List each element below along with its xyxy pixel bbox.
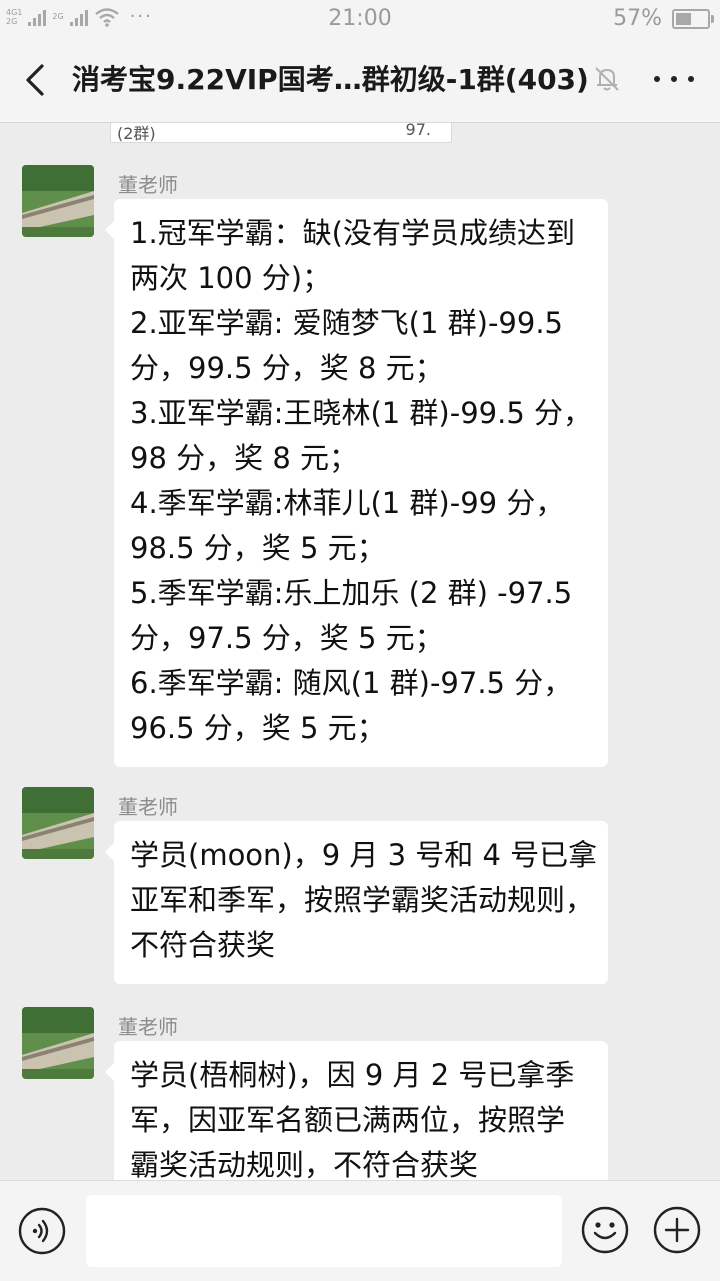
chat-title: 消考宝9.22VIP国考…群初级-1群(403)	[72, 63, 589, 96]
message-line: 分，97.5 分，奖 5 元；	[130, 621, 444, 655]
message-input[interactable]	[86, 1195, 562, 1267]
message-line: 5.季军学霸:乐上加乐 (2 群) -97.5	[130, 576, 573, 610]
message-line: 3.亚军学霸:王晓林(1 群)-99.5 分，	[130, 396, 592, 430]
more-options-button[interactable]	[654, 64, 694, 94]
sender-name: 董老师	[118, 795, 178, 819]
battery-fill	[676, 12, 691, 25]
chat-area[interactable]: (2群) 97. 董老师 1.冠军学霸：缺(没有学员成绩达到 两次 100 分)…	[0, 123, 720, 1180]
sender-name: 董老师	[118, 173, 178, 197]
sender-avatar[interactable]	[22, 787, 94, 859]
message-line: 96.5 分，奖 5 元；	[130, 711, 386, 745]
message-bubble[interactable]: 1.冠军学霸：缺(没有学员成绩达到 两次 100 分)； 2.亚军学霸: 爱随梦…	[105, 199, 608, 767]
previous-card-left-text: (2群)	[117, 124, 156, 143]
message-line: 两次 100 分)；	[130, 261, 332, 295]
plus-icon	[653, 1206, 701, 1254]
message-line: 4.季军学霸:林菲儿(1 群)-99 分，	[130, 486, 565, 520]
previous-card-right-text: 97.	[405, 123, 431, 139]
battery-icon	[672, 8, 714, 29]
message-bubble[interactable]: 学员(moon)，9 月 3 号和 4 号已拿 亚军和季军，按照学霸奖活动规则，…	[105, 821, 608, 984]
message-line: 分，99.5 分，奖 8 元；	[130, 351, 444, 385]
chat-header: 消考宝9.22VIP国考…群初级-1群(403)	[0, 38, 720, 123]
avatar-image	[22, 165, 94, 237]
previous-message-card[interactable]: (2群) 97.	[110, 123, 452, 143]
bell-muted-icon	[595, 67, 619, 91]
sender-avatar[interactable]	[22, 1007, 94, 1079]
message-line: 学员(梧桐树)，因 9 月 2 号已拿季	[130, 1058, 575, 1092]
battery-percent: 57%	[613, 6, 662, 31]
mute-status	[592, 64, 622, 94]
message-line: 2.亚军学霸: 爱随梦飞(1 群)-99.5	[130, 306, 563, 340]
input-bar	[0, 1180, 720, 1281]
status-right: 57%	[613, 6, 714, 31]
emoji-button[interactable]	[580, 1205, 630, 1255]
message-line: 98 分，奖 8 元；	[130, 441, 359, 475]
message-line: 学员(moon)，9 月 3 号和 4 号已拿	[130, 838, 598, 872]
more-dots-icon	[654, 76, 660, 82]
emoji-icon	[581, 1206, 629, 1254]
voice-icon	[18, 1207, 66, 1255]
sender-avatar[interactable]	[22, 165, 94, 237]
avatar-image	[22, 1007, 94, 1079]
message-line: 霸奖活动规则，不符合获奖	[130, 1148, 479, 1180]
clock: 21:00	[328, 6, 392, 31]
back-button[interactable]	[18, 60, 58, 100]
message-line: 军，因亚军名额已满两位，按照学	[130, 1103, 566, 1137]
message-bubble[interactable]: 学员(梧桐树)，因 9 月 2 号已拿季 军，因亚军名额已满两位，按照学 霸奖活…	[105, 1041, 608, 1180]
message-line: 亚军和季军，按照学霸奖活动规则，	[130, 883, 595, 917]
message-line: 6.季军学霸: 随风(1 群)-97.5 分，	[130, 666, 573, 700]
sender-name: 董老师	[118, 1015, 178, 1039]
message-line: 98.5 分，奖 5 元；	[130, 531, 386, 565]
voice-button[interactable]	[18, 1207, 66, 1255]
back-arrow-icon	[26, 64, 44, 96]
message-line: 不符合获奖	[130, 928, 276, 962]
avatar-image	[22, 787, 94, 859]
more-actions-button[interactable]	[652, 1205, 702, 1255]
message-line: 1.冠军学霸：缺(没有学员成绩达到	[130, 216, 575, 250]
status-bar: 4G1 2G 2G ··· 21:00 57%	[0, 0, 720, 38]
